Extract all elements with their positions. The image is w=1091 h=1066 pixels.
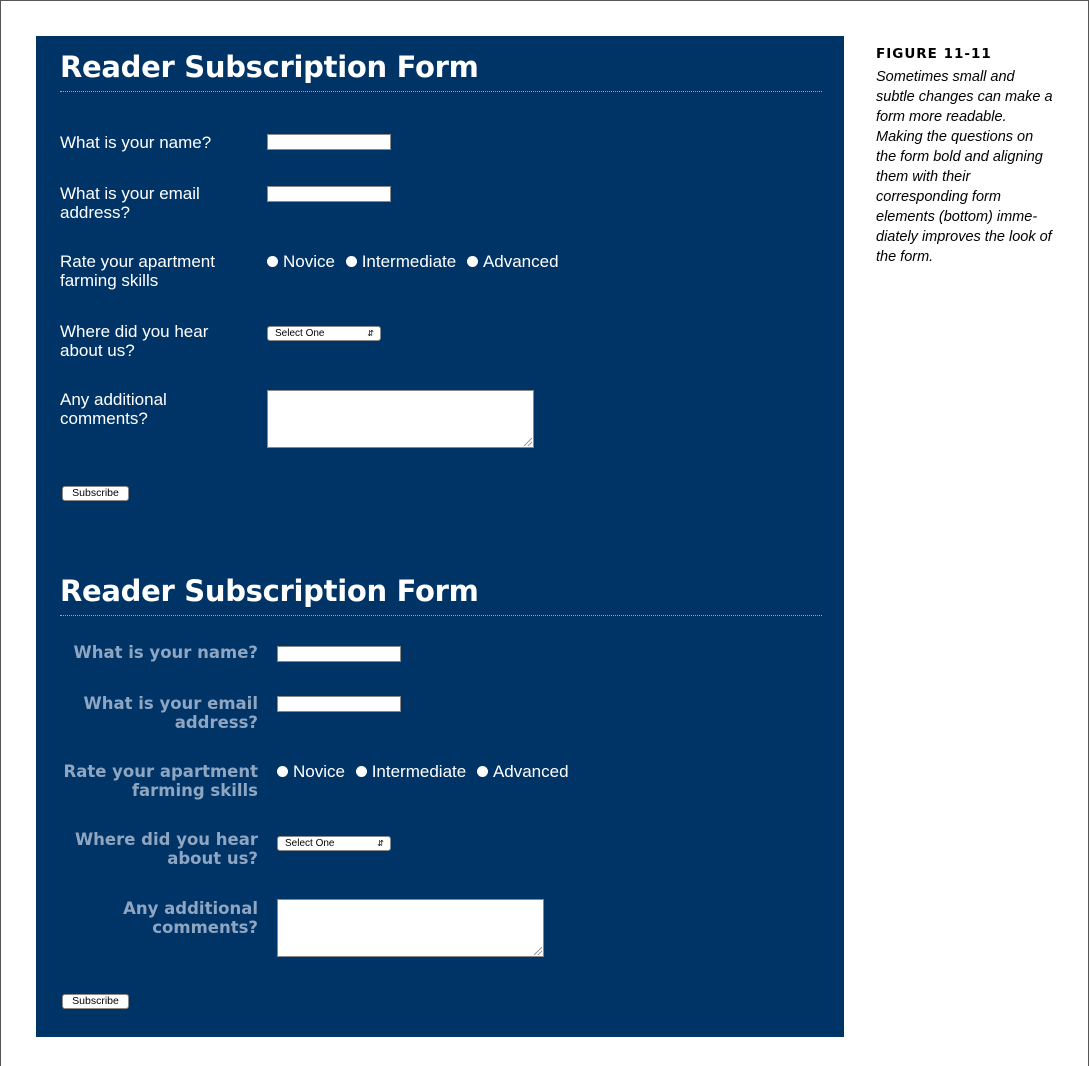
comments-textarea[interactable] bbox=[267, 390, 534, 448]
subscribe-button[interactable]: Subscribe bbox=[62, 994, 129, 1009]
select-value: Select One bbox=[285, 838, 335, 849]
radio-novice[interactable]: Novice bbox=[267, 252, 335, 271]
radio-intermediate[interactable]: Intermediate bbox=[345, 252, 457, 271]
email-input[interactable] bbox=[277, 696, 401, 712]
radio-label: Intermediate bbox=[361, 252, 457, 271]
source-label: Where did you hear about us? bbox=[60, 322, 209, 360]
radio-dot-icon bbox=[466, 256, 478, 267]
radio-advanced[interactable]: Advanced bbox=[476, 762, 569, 781]
resize-grip-icon[interactable] bbox=[524, 438, 532, 446]
form-title: Reader Subscription Form bbox=[60, 574, 822, 616]
radio-advanced[interactable]: Advanced bbox=[466, 252, 559, 271]
rating-radio-group: Novice Intermediate Advanced bbox=[277, 762, 575, 781]
email-input[interactable] bbox=[267, 186, 391, 202]
radio-novice[interactable]: Novice bbox=[277, 762, 345, 781]
source-select[interactable]: Select One ⇵ bbox=[277, 836, 391, 851]
comments-textarea[interactable] bbox=[277, 899, 544, 957]
comments-label: Any additional comments? bbox=[60, 390, 167, 428]
email-label: What is your email address? bbox=[60, 184, 200, 222]
radio-dot-icon bbox=[345, 256, 357, 267]
radio-label: Advanced bbox=[482, 252, 559, 271]
name-label: What is your name? bbox=[73, 643, 259, 662]
name-input[interactable] bbox=[277, 646, 401, 662]
select-value: Select One bbox=[275, 328, 325, 339]
rating-label: Rate your apartment farming skills bbox=[63, 762, 258, 800]
name-label: What is your name? bbox=[60, 133, 212, 152]
figure-caption-text: Sometimes small and subtle changes can m… bbox=[876, 69, 1053, 265]
form-title: Reader Subscription Form bbox=[60, 50, 822, 92]
rating-label: Rate your apartment farming skills bbox=[60, 252, 215, 290]
figure-label: FIGURE 11-11 bbox=[876, 46, 992, 62]
plain-form: Reader Subscription Form What is your na… bbox=[60, 50, 822, 501]
radio-dot-icon bbox=[355, 766, 367, 777]
email-label: What is your email address? bbox=[83, 694, 258, 732]
source-select[interactable]: Select One ⇵ bbox=[267, 326, 381, 341]
select-arrows-icon: ⇵ bbox=[367, 329, 374, 338]
rating-radio-group: Novice Intermediate Advanced bbox=[267, 252, 565, 271]
radio-label: Advanced bbox=[492, 762, 569, 781]
form-screenshot: Reader Subscription Form What is your na… bbox=[36, 36, 844, 1037]
radio-label: Novice bbox=[293, 762, 345, 781]
radio-label: Intermediate bbox=[371, 762, 467, 781]
radio-dot-icon bbox=[476, 766, 488, 777]
radio-dot-icon bbox=[267, 256, 278, 267]
name-input[interactable] bbox=[267, 134, 391, 150]
subscribe-button[interactable]: Subscribe bbox=[62, 486, 129, 501]
bold-form: Reader Subscription Form What is your na… bbox=[60, 574, 822, 1014]
resize-grip-icon[interactable] bbox=[534, 947, 542, 955]
figure-caption: FIGURE 11-11 Sometimes small and subtle … bbox=[876, 45, 1076, 267]
radio-dot-icon bbox=[277, 766, 288, 777]
source-label: Where did you hear about us? bbox=[74, 830, 258, 868]
select-arrows-icon: ⇵ bbox=[377, 839, 384, 848]
radio-intermediate[interactable]: Intermediate bbox=[355, 762, 467, 781]
comments-label: Any additional comments? bbox=[123, 899, 258, 937]
radio-label: Novice bbox=[283, 252, 335, 271]
